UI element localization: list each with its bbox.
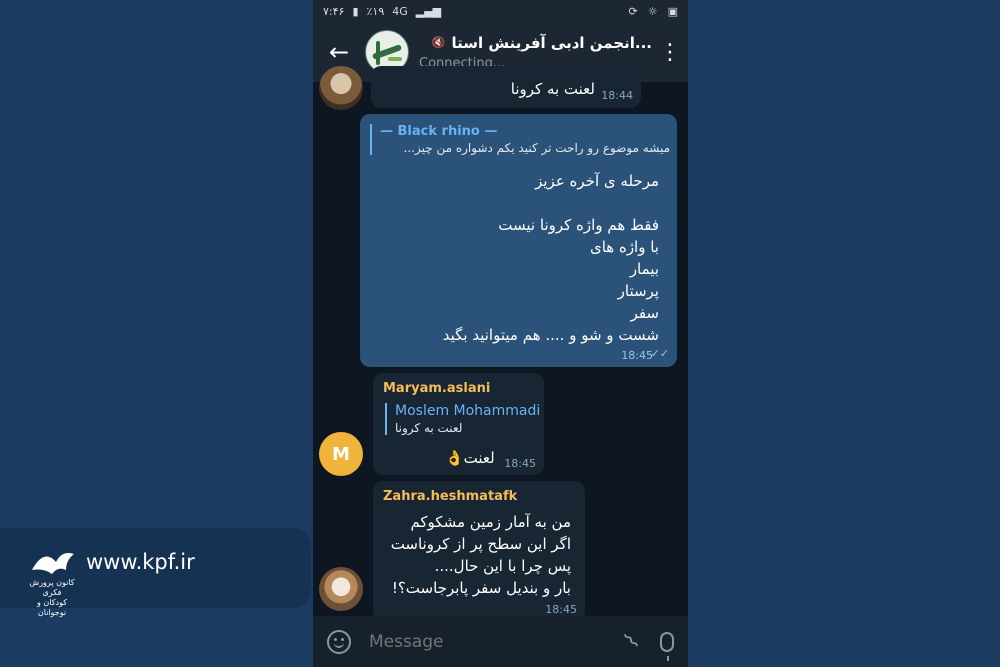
signal-icon: ▂▄▆ [415,4,442,18]
message-time: 18:45 [504,457,536,470]
sender-avatar[interactable]: M [319,432,363,476]
message-body: مرحله ی آخره عزیز فقط هم واژه کرونا نیست… [379,170,659,346]
message-bubble-outgoing[interactable]: — Black rhino — میشه موضوع رو راحت تر کن… [360,114,677,367]
chat-title: ...انجمن ادبی آفرینش استا [451,33,652,52]
message-line: بار و بندیل سفر پابرجاست؟! [391,579,571,597]
message-bubble[interactable]: Zahra.heshmatafk من به آمار زمین مشکوکم … [373,481,585,621]
message-line: اگر این سطح پر از کروناست [390,535,571,553]
message-time: 18:45 [545,603,577,616]
phone-screen: ۷:۴۶ ▮ ٪۱۹ 4G ▂▄▆ ⟳ ☼ ▣ ← ...انجمن ادبی … [313,0,688,667]
message-line: سفر [630,304,659,322]
reply-text: میشه موضوع رو راحت تر کنید یکم دشواره من… [403,141,670,155]
image-icon: ▣ [667,4,678,18]
emoji-icon[interactable] [327,629,351,654]
message-line [379,192,659,214]
org-name-line2: کودکان و نوجوانان [36,598,68,617]
message-input-bar: ⌇ [313,616,688,667]
message-list[interactable]: لعنت به کرونا 18:44 — Black rhino — میشه… [313,66,688,621]
reply-sender: — Black rhino — [380,124,498,139]
message-time: 18:45 [621,349,653,362]
message-line: با واژه های [589,238,659,256]
org-name: کانون پرورش فکری کودکان و نوجوانان [22,578,82,618]
message-line: پس چرا با این حال.... [434,557,571,575]
message-body: من به آمار زمین مشکوکم اگر این سطح پر از… [381,511,571,599]
message-line: بیمار [629,260,659,278]
brightness-icon: ☼ [647,4,658,18]
website-url[interactable]: www.kpf.ir [86,550,195,574]
message-text: لعنت به کرونا [510,80,595,98]
message-line: فقط هم واژه کرونا نیست [498,216,659,234]
battery-icon: ▮ [352,4,359,18]
message-time: 18:44 [601,89,633,102]
message-line: پرستار [617,282,659,300]
sender-name[interactable]: Zahra.heshmatafk [383,489,517,504]
chat-title-area[interactable]: ...انجمن ادبی آفرینش استا 🔇 Connecting..… [419,34,652,71]
double-check-icon: ✓✓ [650,347,669,360]
sender-name[interactable]: Maryam.aslani [383,381,490,396]
sync-icon: ⟳ [628,4,638,18]
message-line: شست و شو و .... هم میتوانید بگید [442,326,659,344]
reply-sender: Moslem Mohammadi [395,403,541,419]
org-name-line1: کانون پرورش فکری [29,578,75,597]
back-arrow-icon[interactable]: ← [313,38,365,66]
reply-text: لعنت به کرونا [395,421,463,435]
avatar-letter: M [332,443,350,465]
message-line: من به آمار زمین مشکوکم [410,513,571,531]
battery-percent: ٪۱۹ [366,4,385,18]
reply-preview[interactable]: Moslem Mohammadi لعنت به کرونا [385,403,545,435]
message-bubble[interactable]: لعنت به کرونا 18:44 [371,66,641,108]
sender-avatar[interactable] [319,66,363,110]
message-line: مرحله ی آخره عزیز [535,172,659,190]
sender-avatar[interactable] [319,567,363,611]
mute-icon: 🔇 [431,36,446,49]
message-bubble[interactable]: Maryam.aslani Moslem Mohammadi لعنت به ک… [373,373,544,475]
message-input[interactable] [367,630,628,653]
status-time: ۷:۴۶ [323,4,345,18]
status-bar: ۷:۴۶ ▮ ٪۱۹ 4G ▂▄▆ ⟳ ☼ ▣ [313,0,688,22]
network-label: 4G [392,4,408,18]
brand-watermark: کانون پرورش فکری کودکان و نوجوانان www.k… [0,528,311,617]
reply-preview[interactable]: — Black rhino — میشه موضوع رو راحت تر کن… [370,124,670,155]
more-menu-icon[interactable]: ⋮ [652,40,688,65]
mic-icon[interactable] [660,631,674,661]
message-text: لعنت👌 [445,449,495,467]
